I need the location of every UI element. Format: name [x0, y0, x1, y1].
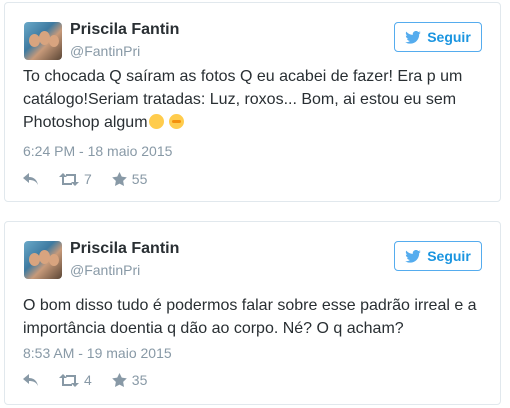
wink-emoji-icon [148, 114, 164, 129]
tweet-card: Priscila Fantin @FantinPri Seguir O bom … [4, 221, 501, 405]
retweet-icon [59, 373, 79, 387]
flushed-emoji-icon [168, 114, 184, 129]
tweet-actions: 4 35 [23, 372, 167, 388]
reply-button[interactable] [23, 374, 39, 386]
follow-label: Seguir [427, 29, 471, 45]
retweet-count: 7 [84, 171, 92, 187]
tweet-timestamp[interactable]: 8:53 AM - 19 maio 2015 [23, 345, 172, 361]
reply-icon [23, 374, 39, 386]
tweet-text: O bom disso tudo é podermos falar sobre … [23, 297, 477, 337]
twitter-bird-icon [405, 249, 422, 263]
star-icon [111, 373, 127, 387]
reply-icon [23, 173, 39, 185]
avatar[interactable] [24, 241, 62, 279]
tweet-text-body: To chocada Q saíram as fotos Q eu acabei… [23, 68, 463, 131]
favorite-count: 35 [131, 372, 148, 388]
retweet-button[interactable]: 4 [59, 372, 92, 388]
tweet-card: Priscila Fantin @FantinPri Seguir To cho… [4, 2, 501, 202]
tweet-text: To chocada Q saíram as fotos Q eu acabei… [23, 65, 482, 134]
follow-button[interactable]: Seguir [394, 22, 482, 52]
user-name[interactable]: Priscila Fantin [70, 240, 179, 258]
user-handle[interactable]: @FantinPri [70, 262, 140, 278]
user-name[interactable]: Priscila Fantin [70, 21, 179, 39]
star-icon [111, 172, 127, 186]
reply-button[interactable] [23, 173, 39, 185]
avatar[interactable] [24, 22, 62, 60]
retweet-count: 4 [84, 372, 92, 388]
follow-button[interactable]: Seguir [394, 241, 482, 271]
favorite-button[interactable]: 35 [111, 372, 148, 388]
tweet-timestamp[interactable]: 6:24 PM - 18 maio 2015 [23, 143, 172, 159]
favorite-count: 55 [131, 171, 148, 187]
follow-label: Seguir [427, 248, 471, 264]
retweet-button[interactable]: 7 [59, 171, 92, 187]
favorite-button[interactable]: 55 [111, 171, 148, 187]
retweet-icon [59, 172, 79, 186]
user-handle[interactable]: @FantinPri [70, 43, 140, 59]
twitter-bird-icon [405, 30, 422, 44]
tweet-actions: 7 55 [23, 171, 167, 187]
